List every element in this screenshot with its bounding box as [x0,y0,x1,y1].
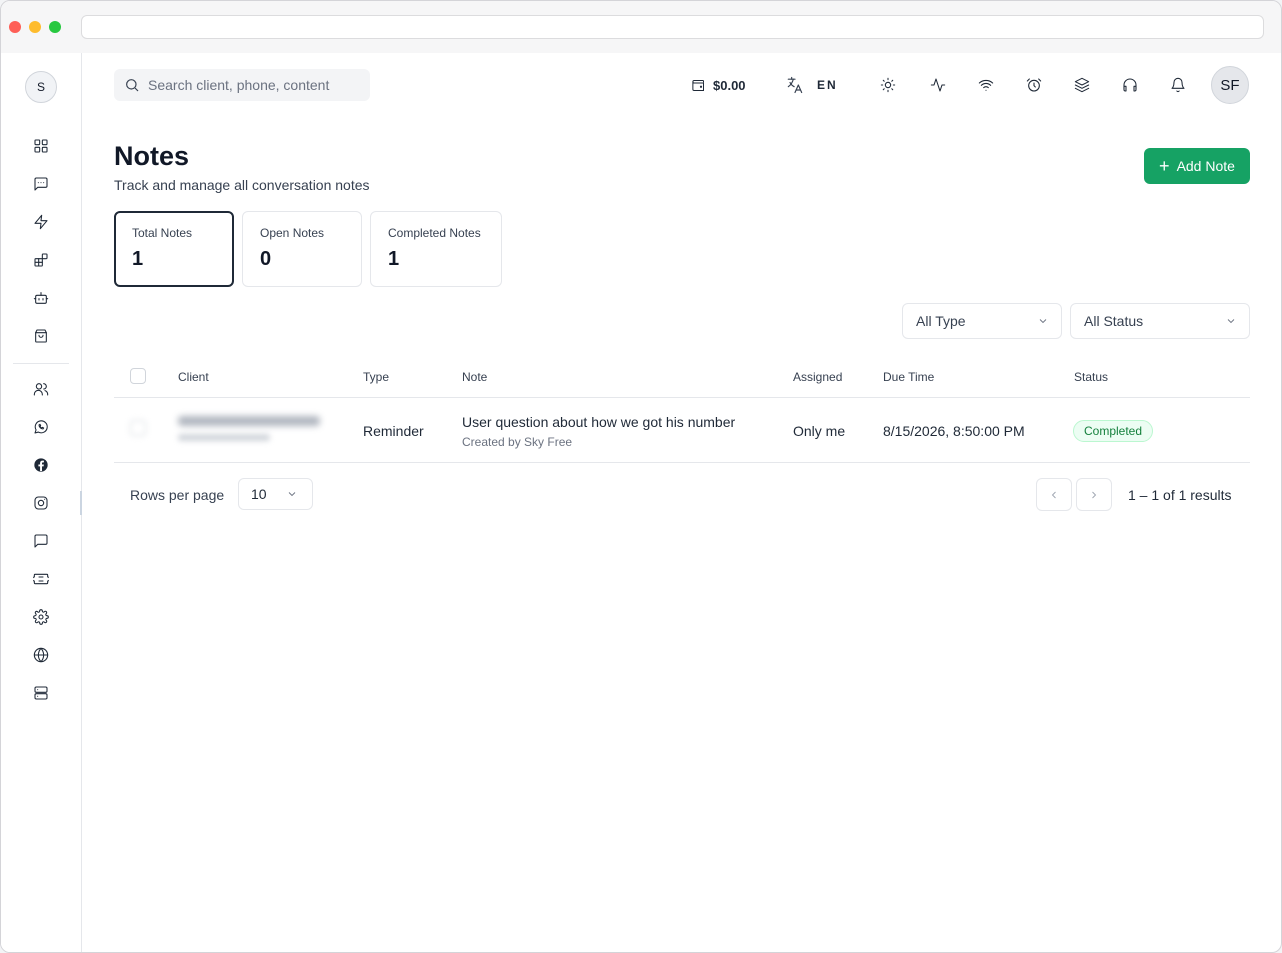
row-note-text: User question about how we got his numbe… [462,414,736,430]
column-status[interactable]: Status [1074,370,1108,384]
bot-icon[interactable] [32,289,50,307]
chevron-down-icon [288,492,296,497]
results-count: 1 – 1 of 1 results [1128,487,1232,503]
bell-icon[interactable] [1168,75,1188,95]
dashboard-icon[interactable] [32,137,50,155]
stat-card-completed[interactable]: Completed Notes 1 [370,211,502,287]
page-subtitle: Track and manage all conversation notes [114,177,370,193]
settings-icon[interactable] [32,608,50,626]
browser-titlebar [1,1,1281,53]
layers-icon[interactable] [1072,75,1092,95]
users-icon[interactable] [32,380,50,398]
status-filter-select[interactable]: All Status [1070,303,1250,339]
close-window-button[interactable] [9,21,21,33]
shopping-bag-icon[interactable] [32,327,50,345]
sidebar-divider [13,363,69,364]
column-due-time[interactable]: Due Time [883,370,934,384]
type-filter-value: All Type [916,313,966,329]
chevron-right-icon [1092,491,1097,498]
search-input[interactable] [148,77,358,93]
row-note-creator: Created by Sky Free [462,435,573,449]
stat-card-open[interactable]: Open Notes 0 [242,211,362,287]
maximize-window-button[interactable] [49,21,61,33]
apps-icon[interactable] [32,251,50,269]
headphones-icon[interactable] [1120,75,1140,95]
app-window: S Search client, phone, content $0.00 EN… [0,0,1282,953]
row-checkbox[interactable] [130,420,146,436]
server-icon[interactable] [32,684,50,702]
language-code: EN [817,78,838,92]
lightning-icon[interactable] [32,213,50,231]
stat-card-total[interactable]: Total Notes 1 [114,211,234,287]
stat-label: Completed Notes [388,226,481,240]
row-assigned: Only me [793,423,846,439]
rows-per-page-value: 10 [251,486,267,502]
facebook-icon[interactable] [32,456,50,474]
sidebar: S [1,53,82,952]
status-badge: Completed [1073,420,1154,442]
chevron-left-icon [1051,491,1056,498]
search-box [114,69,370,101]
column-client[interactable]: Client [178,370,209,384]
column-note[interactable]: Note [462,370,487,384]
rows-per-page-label: Rows per page [130,487,225,503]
alarm-clock-icon[interactable] [1024,75,1044,95]
globe-icon[interactable] [32,646,50,664]
next-page-button[interactable] [1076,478,1112,511]
chevron-down-icon [1227,319,1235,324]
minimize-window-button[interactable] [29,21,41,33]
page-title: Notes [114,141,190,171]
stat-value: 0 [260,248,272,270]
client-phone-redacted [178,434,270,441]
chevron-down-icon [1039,319,1047,324]
status-filter-value: All Status [1084,313,1144,329]
translate-icon [787,76,803,94]
instagram-icon[interactable] [32,494,50,512]
wallet-balance[interactable]: $0.00 [691,75,746,95]
notes-table: Client Type Note Assigned Due Time Statu… [114,357,1250,463]
search-icon [126,79,139,92]
sun-icon[interactable] [878,75,898,95]
column-assigned[interactable]: Assigned [793,370,842,384]
row-due-time: 8/15/2026, 8:50:00 PM [883,423,1025,439]
add-note-label: Add Note [1176,158,1235,174]
table-header: Client Type Note Assigned Due Time Statu… [114,357,1250,398]
activity-icon[interactable] [928,75,948,95]
stat-label: Total Notes [132,226,193,240]
previous-page-button[interactable] [1036,478,1072,511]
message-square-icon[interactable] [32,175,50,193]
chat-bubble-icon[interactable] [32,532,50,550]
select-all-checkbox[interactable] [130,368,146,384]
column-type[interactable]: Type [363,370,389,384]
user-avatar[interactable]: SF [1211,66,1249,104]
row-note-cell: User question about how we got his numbe… [462,414,735,449]
stat-label: Open Notes [260,226,325,240]
language-switcher[interactable]: EN [785,74,838,96]
type-filter-select[interactable]: All Type [902,303,1062,339]
stat-value: 1 [388,248,400,270]
row-type: Reminder [363,423,424,439]
plus-icon: + [1159,156,1170,176]
sidebar-scroll-indicator [80,491,82,515]
client-name-redacted[interactable] [178,416,320,426]
ticket-icon[interactable] [32,570,50,588]
add-note-button[interactable]: + Add Note [1144,148,1250,184]
wallet-icon [692,79,704,91]
wifi-icon[interactable] [976,75,996,95]
rows-per-page-select[interactable]: 10 [238,478,313,510]
workspace-avatar[interactable]: S [25,71,57,103]
balance-amount: $0.00 [713,77,746,93]
stat-value: 1 [132,248,144,270]
address-bar[interactable] [81,15,1264,39]
table-row[interactable]: Reminder User question about how we got … [114,398,1250,463]
whatsapp-icon[interactable] [32,418,50,436]
